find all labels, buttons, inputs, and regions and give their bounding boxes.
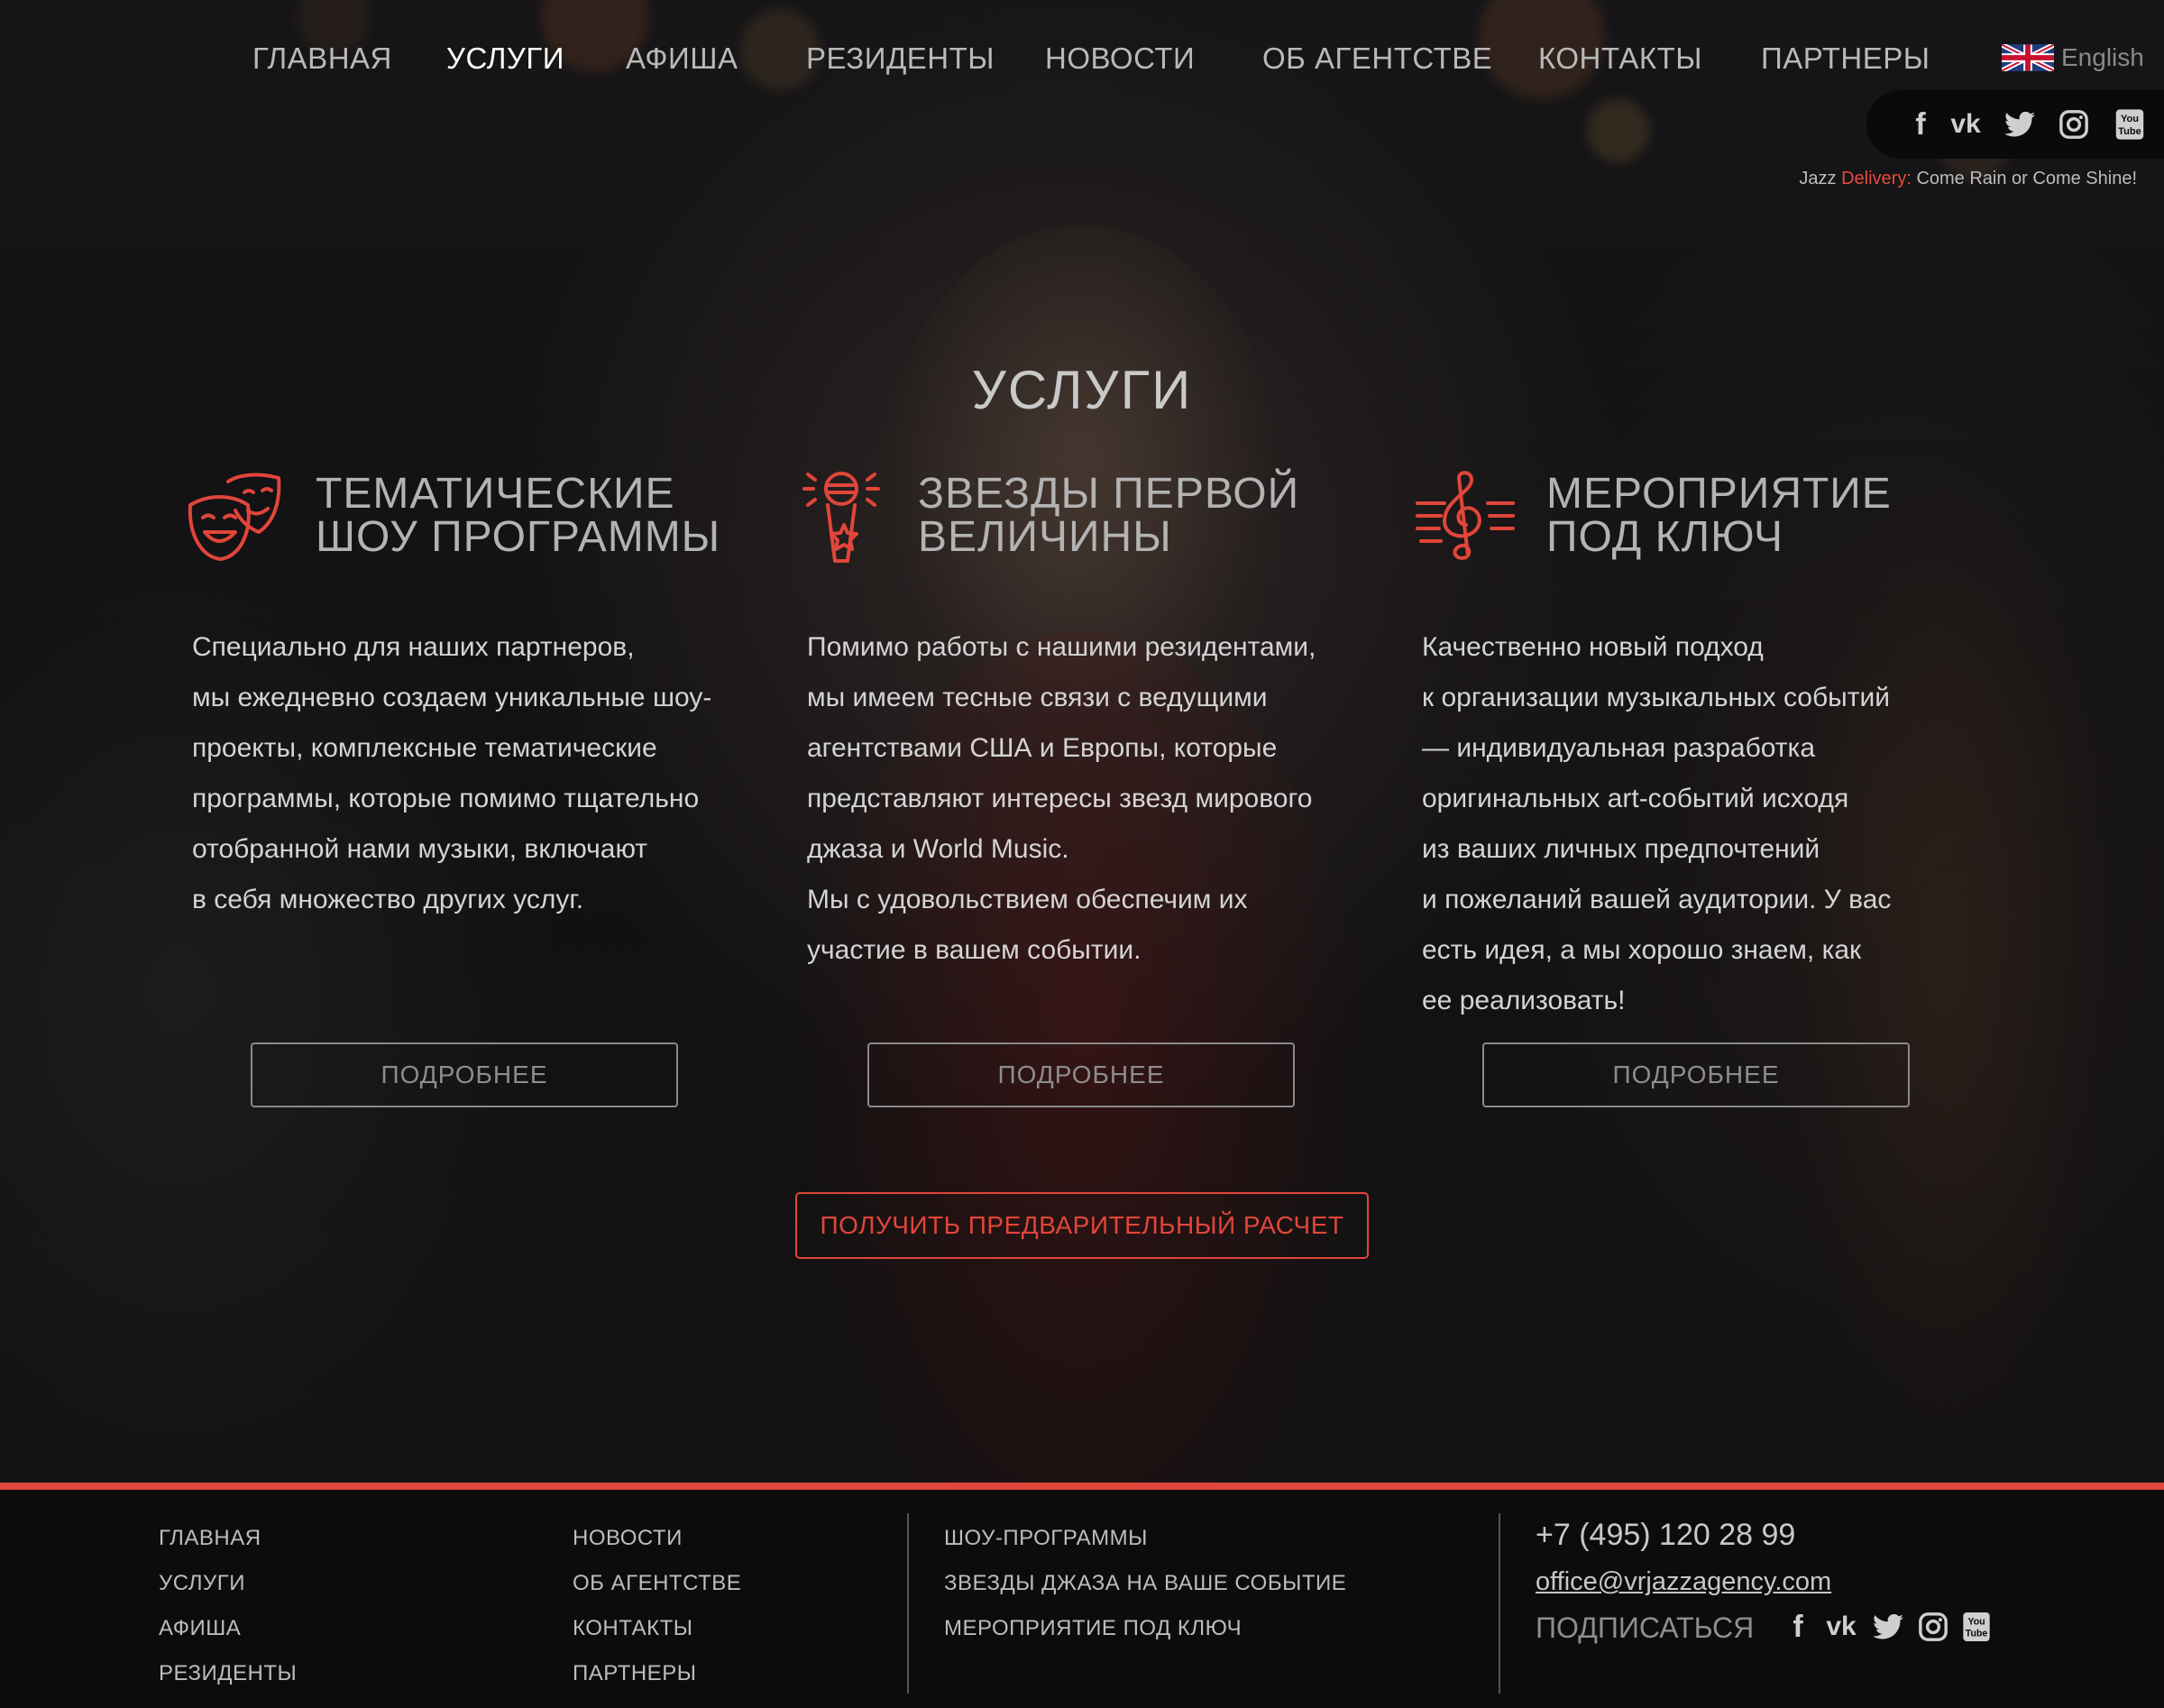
twitter-icon[interactable] [1870,1609,1906,1645]
svg-text:You: You [2121,114,2139,124]
service-text-line: джаза и World Music. [807,834,1069,864]
more-button-turnkey[interactable]: ПОДРОБНЕЕ [1482,1042,1910,1107]
service-text-line: оригинальных art-событий исходя [1422,784,1849,813]
instagram-icon[interactable] [2056,106,2092,142]
service-text-line: есть идея, а мы хорошо знаем, как [1422,935,1862,965]
service-text-line: программы, которые помимо тщательно [192,784,700,813]
service-title: ЗВЕЗДЫ ПЕРВОЙ ВЕЛИЧИНЫ [918,473,1299,559]
footer-link-news[interactable]: НОВОСТИ [573,1526,683,1551]
service-text-line: отобранной нами музыки, включают [192,834,648,864]
main-nav: ГЛАВНАЯ УСЛУГИ АФИША РЕЗИДЕНТЫ НОВОСТИ О… [0,41,2164,81]
nav-item-residents[interactable]: РЕЗИДЕНТЫ [806,41,995,76]
service-description: Качественно новый подход к организации м… [1422,622,1999,1026]
subscribe-link[interactable]: ПОДПИСАТЬСЯ [1536,1612,1754,1645]
footer-phone[interactable]: +7 (495) 120 28 99 [1536,1518,1795,1553]
header-social-bar: f vk You Tube [1866,90,2164,159]
service-text-line: мы имеем тесные связи с ведущими [807,683,1268,712]
svg-text:You: You [1967,1616,1985,1627]
service-title: МЕРОПРИЯТИЕ ПОД КЛЮЧ [1546,473,1892,559]
get-estimate-button[interactable]: ПОЛУЧИТЬ ПРЕДВАРИТЕЛЬНЫЙ РАСЧЕТ [795,1192,1369,1259]
service-title-line2: ПОД КЛЮЧ [1546,513,1783,561]
footer-link-services[interactable]: УСЛУГИ [159,1571,245,1596]
service-text-line: участие в вашем событии. [807,935,1142,965]
service-text-line: Мы с удовольствием обеспечим их [807,885,1248,914]
tagline-prefix: Jazz [1799,169,1842,188]
service-card-header: МЕРОПРИЯТИЕ ПОД КЛЮЧ [1416,469,1975,568]
footer: ГЛАВНАЯ УСЛУГИ АФИША РЕЗИДЕНТЫ НОВОСТИ О… [0,1483,2164,1708]
instagram-icon[interactable] [1915,1609,1951,1645]
footer-link-about[interactable]: ОБ АГЕНТСТВЕ [573,1571,741,1596]
service-text-line: Качественно новый подход [1422,632,1764,662]
service-description: Специально для наших партнеров, мы ежедн… [192,622,769,925]
service-text-line: в себя множество других услуг. [192,885,584,914]
svg-text:Tube: Tube [2118,126,2141,137]
footer-link-jazz-stars[interactable]: ЗВЕЗДЫ ДЖАЗА НА ВАШЕ СОБЫТИЕ [944,1571,1346,1596]
footer-link-turnkey[interactable]: МЕРОПРИЯТИЕ ПОД КЛЮЧ [944,1616,1242,1641]
facebook-icon[interactable]: f [1903,106,1939,142]
youtube-icon[interactable]: You Tube [1958,1609,1994,1645]
footer-link-residents[interactable]: РЕЗИДЕНТЫ [159,1661,297,1686]
theater-masks-icon [185,469,284,568]
tagline-suffix: Come Rain or Come Shine! [1911,169,2137,188]
vk-icon[interactable]: vk [1823,1609,1859,1645]
nav-item-news[interactable]: НОВОСТИ [1045,41,1195,76]
service-text-line: из ваших личных предпочтений [1422,834,1820,864]
service-title-line2: ВЕЛИЧИНЫ [918,513,1172,561]
language-switch[interactable]: English [2002,43,2144,72]
service-text-line: мы ежедневно создаем уникальные шоу- [192,683,712,712]
nav-item-home[interactable]: ГЛАВНАЯ [252,41,392,76]
service-title-line2: ШОУ ПРОГРАММЫ [316,513,721,561]
nav-item-contacts[interactable]: КОНТАКТЫ [1538,41,1702,76]
tagline: Jazz Delivery: Come Rain or Come Shine! [1799,169,2137,189]
service-title-line1: МЕРОПРИЯТИЕ [1546,470,1892,518]
service-title: ТЕМАТИЧЕСКИЕ ШОУ ПРОГРАММЫ [316,473,720,559]
page-title: УСЛУГИ [971,360,1193,420]
service-text-line: к организации музыкальных событий [1422,683,1890,712]
youtube-icon[interactable]: You Tube [2112,106,2148,142]
footer-link-contacts[interactable]: КОНТАКТЫ [573,1616,692,1641]
facebook-icon[interactable]: f [1780,1609,1816,1645]
tagline-highlight: Delivery: [1841,169,1912,188]
footer-link-afisha[interactable]: АФИША [159,1616,241,1641]
footer-email-link[interactable]: office@vrjazzagency.com [1536,1567,1831,1597]
service-card-shows: ТЕМАТИЧЕСКИЕ ШОУ ПРОГРАММЫ Специально дл… [185,469,744,1107]
service-description: Помимо работы с нашими резидентами, мы и… [807,622,1384,976]
service-text-line: Специально для наших партнеров, [192,632,635,662]
service-text-line: Помимо работы с нашими резидентами, [807,632,1316,662]
service-text-line: проекты, комплексные тематические [192,733,657,763]
service-card-header: ТЕМАТИЧЕСКИЕ ШОУ ПРОГРАММЫ [185,469,744,568]
vk-icon[interactable]: vk [1948,106,1984,142]
service-title-line1: ЗВЕЗДЫ ПЕРВОЙ [918,470,1300,518]
footer-divider [1499,1513,1500,1694]
service-card-turnkey: МЕРОПРИЯТИЕ ПОД КЛЮЧ Качественно новый п… [1416,469,1975,1107]
footer-link-home[interactable]: ГЛАВНАЯ [159,1526,261,1551]
more-button-shows[interactable]: ПОДРОБНЕЕ [251,1042,678,1107]
nav-item-about[interactable]: ОБ АГЕНТСТВЕ [1262,41,1492,76]
footer-link-partners[interactable]: ПАРТНЕРЫ [573,1661,696,1686]
footer-divider [907,1513,909,1694]
service-text-line: и пожеланий вашей аудитории. У вас [1422,885,1892,914]
nav-item-partners[interactable]: ПАРТНЕРЫ [1761,41,1930,76]
service-text-line: агентствами США и Европы, которые [807,733,1278,763]
nav-item-services[interactable]: УСЛУГИ [446,41,564,76]
footer-link-show-programs[interactable]: ШОУ-ПРОГРАММЫ [944,1526,1148,1551]
microphone-star-icon [801,469,900,568]
nav-item-afisha[interactable]: АФИША [626,41,738,76]
service-text-line: — индивидуальная разработка [1422,733,1816,763]
service-card-stars: ЗВЕЗДЫ ПЕРВОЙ ВЕЛИЧИНЫ Помимо работы с н… [801,469,1360,1107]
service-text-line: ее реализовать! [1422,986,1626,1015]
svg-text:Tube: Tube [1966,1629,1988,1639]
treble-clef-icon [1416,469,1515,568]
language-label: English [2061,43,2144,71]
twitter-icon[interactable] [2002,106,2038,142]
more-button-stars[interactable]: ПОДРОБНЕЕ [867,1042,1295,1107]
service-title-line1: ТЕМАТИЧЕСКИЕ [316,470,675,518]
uk-flag-icon [2002,44,2054,71]
service-text-line: представляют интересы звезд мирового [807,784,1313,813]
service-card-header: ЗВЕЗДЫ ПЕРВОЙ ВЕЛИЧИНЫ [801,469,1360,568]
